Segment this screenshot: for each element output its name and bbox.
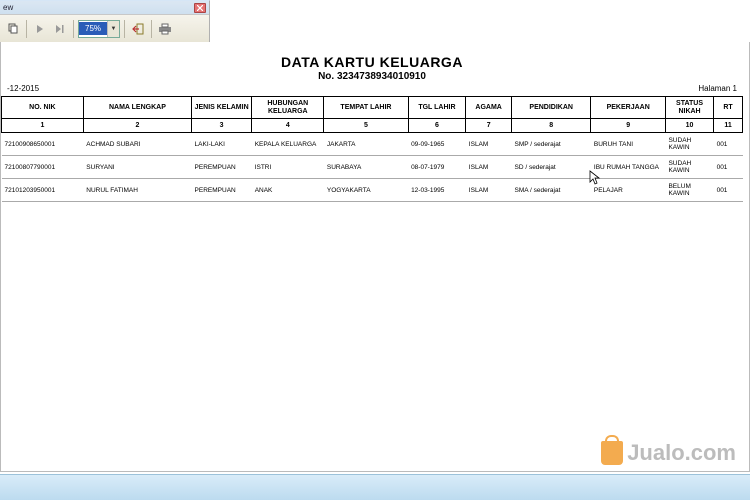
report-viewport: DATA KARTU KELUARGA No. 3234738934010910…	[0, 42, 750, 472]
bag-icon	[601, 441, 623, 465]
cell-agama: ISLAM	[466, 133, 512, 156]
col-pekerjaan: PEKERJAAN	[591, 97, 666, 119]
cell-tgl: 08-07-1979	[408, 156, 466, 179]
cell-kelamin: LAKI-LAKI	[192, 133, 252, 156]
cell-tempat: JAKARTA	[324, 133, 408, 156]
table-row: 72100807790001SURYANIPEREMPUANISTRISURAB…	[2, 156, 743, 179]
end-icon	[55, 24, 65, 34]
col-tgl: TGL LAHIR	[408, 97, 466, 119]
watermark: Jualo.com	[601, 440, 736, 466]
cell-nikah: SUDAH KAWIN	[665, 133, 713, 156]
cell-rt: 001	[714, 156, 743, 179]
colnum: 3	[192, 119, 252, 133]
nav-last-button[interactable]	[51, 20, 69, 38]
cell-tempat: SURABAYA	[324, 156, 408, 179]
data-table: NO. NIK NAMA LENGKAP JENIS KELAMIN HUBUN…	[1, 96, 743, 202]
close-icon	[197, 5, 203, 11]
cell-nik: 72100908650001	[2, 133, 84, 156]
cell-pekerjaan: IBU RUMAH TANGGA	[591, 156, 666, 179]
print-button[interactable]	[156, 20, 174, 38]
table-number-row: 1 2 3 4 5 6 7 8 9 10 11	[2, 119, 743, 133]
nav-next-button[interactable]	[31, 20, 49, 38]
cell-rt: 001	[714, 133, 743, 156]
table-header-row: NO. NIK NAMA LENGKAP JENIS KELAMIN HUBUN…	[2, 97, 743, 119]
window-title: ew	[3, 3, 13, 12]
zoom-combo[interactable]: 75% ▼	[78, 20, 120, 38]
colnum: 10	[665, 119, 713, 133]
col-rt: RT	[714, 97, 743, 119]
toolbar-divider	[151, 20, 152, 38]
cell-kelamin: PEREMPUAN	[192, 179, 252, 202]
report-number: No. 3234738934010910	[1, 71, 743, 82]
watermark-text: Jualo.com	[627, 440, 736, 466]
colnum: 4	[252, 119, 324, 133]
report-header: DATA KARTU KELUARGA No. 3234738934010910	[1, 54, 743, 82]
exit-button[interactable]	[129, 20, 147, 38]
colnum: 7	[466, 119, 512, 133]
col-tempat: TEMPAT LAHIR	[324, 97, 408, 119]
cell-hubungan: ANAK	[252, 179, 324, 202]
toolbar-divider	[26, 20, 27, 38]
col-nama: NAMA LENGKAP	[83, 97, 191, 119]
colnum: 11	[714, 119, 743, 133]
col-nik: NO. NIK	[2, 97, 84, 119]
cell-nama: SURYANI	[83, 156, 191, 179]
copy-icon	[7, 23, 19, 35]
colnum: 9	[591, 119, 666, 133]
col-nikah: STATUS NIKAH	[665, 97, 713, 119]
toolbar-divider	[73, 20, 74, 38]
report-page: Halaman 1	[698, 84, 737, 93]
preview-toolbar: ew 75% ▼	[0, 0, 210, 42]
cell-nama: ACHMAD SUBARI	[83, 133, 191, 156]
cell-tempat: YOGYAKARTA	[324, 179, 408, 202]
cell-nikah: BELUM KAWIN	[665, 179, 713, 202]
cell-pekerjaan: PELAJAR	[591, 179, 666, 202]
colnum: 2	[83, 119, 191, 133]
cell-hubungan: ISTRI	[252, 156, 324, 179]
table-row: 72100908650001ACHMAD SUBARILAKI-LAKIKEPA…	[2, 133, 743, 156]
cell-pendidikan: SD / sederajat	[512, 156, 591, 179]
cell-tgl: 12-03-1995	[408, 179, 466, 202]
taskbar	[0, 474, 750, 500]
close-button[interactable]	[194, 3, 206, 13]
cell-agama: ISLAM	[466, 179, 512, 202]
exit-icon	[131, 22, 145, 36]
colnum: 8	[512, 119, 591, 133]
colnum: 5	[324, 119, 408, 133]
window-titlebar: ew	[0, 1, 209, 15]
report-date: -12-2015	[7, 84, 39, 93]
copy-button[interactable]	[4, 20, 22, 38]
cell-kelamin: PEREMPUAN	[192, 156, 252, 179]
cell-hubungan: KEPALA KELUARGA	[252, 133, 324, 156]
report-title: DATA KARTU KELUARGA	[1, 54, 743, 70]
cell-agama: ISLAM	[466, 156, 512, 179]
printer-icon	[158, 23, 172, 35]
cell-nik: 72100807790001	[2, 156, 84, 179]
cell-nama: NURUL FATIMAH	[83, 179, 191, 202]
col-kelamin: JENIS KELAMIN	[192, 97, 252, 119]
cell-pendidikan: SMP / sederajat	[512, 133, 591, 156]
col-hubungan: HUBUNGAN KELUARGA	[252, 97, 324, 119]
toolbar-divider	[124, 20, 125, 38]
zoom-value: 75%	[79, 22, 107, 35]
col-pendidikan: PENDIDIKAN	[512, 97, 591, 119]
cell-nikah: SUDAH KAWIN	[665, 156, 713, 179]
zoom-dropdown[interactable]: ▼	[107, 21, 119, 37]
toolbar-row: 75% ▼	[0, 15, 209, 42]
table-row: 72101203950001NURUL FATIMAHPEREMPUANANAK…	[2, 179, 743, 202]
play-icon	[36, 24, 44, 34]
col-agama: AGAMA	[466, 97, 512, 119]
cell-pendidikan: SMA / sederajat	[512, 179, 591, 202]
cell-pekerjaan: BURUH TANI	[591, 133, 666, 156]
colnum: 1	[2, 119, 84, 133]
cell-nik: 72101203950001	[2, 179, 84, 202]
cell-tgl: 09-09-1965	[408, 133, 466, 156]
cell-rt: 001	[714, 179, 743, 202]
colnum: 6	[408, 119, 466, 133]
